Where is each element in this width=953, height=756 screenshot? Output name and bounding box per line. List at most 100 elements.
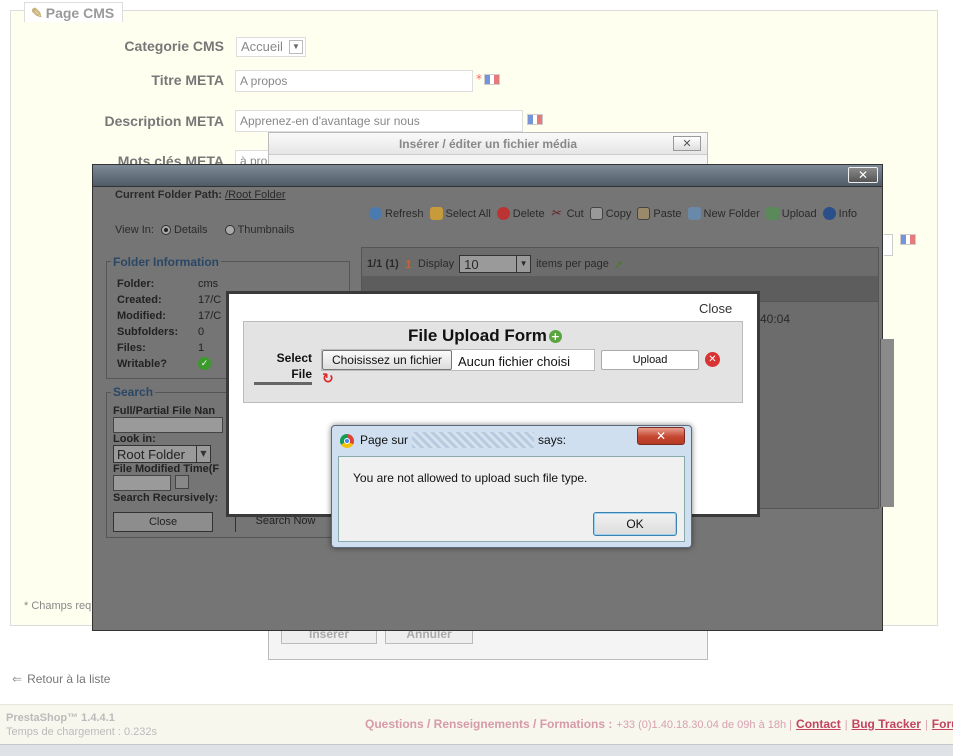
subfolders-value: 0 (198, 326, 205, 338)
remove-icon[interactable]: ✕ (705, 352, 720, 367)
required-star: * (476, 72, 482, 86)
flag-fr-icon[interactable] (484, 74, 500, 85)
per-page-label: items per page (536, 258, 609, 270)
upload-toolbar-button[interactable]: Upload (765, 207, 817, 220)
pager-page: 1/1 (1) (367, 258, 399, 270)
flag-fr-icon[interactable] (900, 234, 916, 245)
category-value: Accueil (241, 39, 283, 54)
flag-fr-icon[interactable] (527, 114, 543, 125)
footer-forum-link[interactable]: Forum (932, 717, 953, 731)
refresh-button[interactable]: Refresh (369, 207, 424, 220)
paste-icon (637, 207, 651, 220)
select-label-line1: Select (276, 351, 312, 365)
delete-label: Delete (512, 207, 545, 220)
per-page-select[interactable]: 10 ▼ (459, 255, 532, 273)
meta-description-input[interactable]: Apprenez-en d'avantage sur nous (235, 110, 523, 132)
new-folder-label: New Folder (703, 207, 760, 220)
chevron-down-icon: ▼ (516, 256, 530, 272)
alert-body: You are not allowed to upload such file … (338, 456, 685, 542)
redacted-host (412, 432, 535, 448)
delete-button[interactable]: Delete (496, 207, 545, 220)
chevron-down-icon: ▼ (196, 446, 210, 462)
search-header: Search (111, 385, 156, 399)
subfolders-label: Subfolders: (117, 326, 179, 338)
upload-button[interactable]: Upload (601, 350, 699, 370)
upload-form-heading: File Upload Form + (408, 326, 562, 346)
files-label: Files: (117, 342, 146, 354)
folder-info-values: cms 17/C 17/C 0 1 ✓ (198, 276, 221, 370)
media-dialog-close-button[interactable]: ✕ (673, 136, 701, 151)
choose-file-button[interactable]: Choisissez un fichier (322, 350, 452, 370)
alert-ok-button[interactable]: OK (593, 512, 677, 536)
info-label: Info (838, 207, 857, 220)
writable-check-icon: ✓ (198, 357, 211, 370)
file-upload-form: File Upload Form + Select File Choisisse… (243, 321, 743, 403)
look-in-select[interactable]: Root Folder ▼ (113, 445, 211, 463)
list-scrollbar[interactable] (880, 339, 894, 507)
required-note: * Champs requ (24, 600, 98, 612)
search-name-input[interactable] (113, 417, 223, 433)
radio-details[interactable] (160, 225, 171, 235)
path-value-link[interactable]: /Root Folder (225, 189, 286, 201)
upload-toolbar-label: Upload (781, 207, 817, 220)
footer-contact-link[interactable]: Contact (796, 717, 841, 731)
footer-separator: | (924, 719, 928, 731)
category-label: Categorie CMS (124, 38, 224, 54)
upload-dialog-close-link[interactable]: Close (699, 301, 732, 316)
meta-title-input[interactable]: A propos (235, 70, 473, 92)
search-close-button[interactable]: Close (113, 512, 213, 532)
recursive-label: Search Recursively: (113, 492, 219, 504)
view-details-label: Details (173, 224, 208, 236)
add-icon[interactable]: + (548, 329, 562, 343)
select-label-line2: File (291, 367, 312, 381)
footer-separator: | (844, 719, 848, 731)
modified-value: 17/C (198, 310, 222, 322)
alert-message: You are not allowed to upload such file … (353, 471, 588, 485)
list-time-cell: 40:04 (760, 312, 791, 326)
footer-phone: +33 (0)1.40.18.30.04 de 09h à 18h | (616, 719, 793, 731)
cut-button[interactable]: ✂ Cut (551, 207, 584, 220)
select-all-button[interactable]: Select All (429, 207, 491, 220)
writable-label: Writable? (117, 358, 167, 370)
new-folder-button[interactable]: New Folder (687, 207, 760, 220)
files-value: 1 (198, 342, 205, 354)
upload-form-title: File Upload Form (408, 326, 547, 345)
footer-load-time: Temps de chargement : 0.232s (6, 726, 158, 738)
back-to-list-link[interactable]: ⇐ Retour à la liste (12, 672, 110, 686)
copy-button[interactable]: Copy (589, 207, 632, 220)
no-file-text: Aucun fichier choisi (458, 354, 570, 369)
paste-label: Paste (653, 207, 682, 220)
footer-questions: Questions / Renseignements / Formations … (365, 717, 613, 731)
upload-icon (765, 207, 779, 220)
copy-icon (589, 207, 603, 220)
pager-last-icon[interactable]: ➚ (614, 258, 623, 271)
meta-title-label: Titre META (151, 72, 224, 88)
created-value: 17/C (198, 294, 222, 306)
alert-title-prefix: Page sur (360, 433, 409, 447)
category-select[interactable]: Accueil ▼ (236, 37, 306, 57)
per-page-value: 10 (464, 256, 479, 272)
view-thumbnails-label: Thumbnails (237, 224, 295, 236)
info-icon (822, 207, 836, 220)
pager-first-icon[interactable]: ↥ (404, 258, 413, 271)
select-all-icon (429, 207, 443, 220)
radio-thumbnails[interactable] (224, 225, 235, 235)
footer: PrestaShop™ 1.4.4.1 Temps de chargement … (0, 704, 953, 744)
modified-time-input[interactable] (113, 475, 171, 491)
footer-bugtracker-link[interactable]: Bug Tracker (852, 717, 921, 731)
alert-close-button[interactable]: ✕ (637, 427, 685, 445)
delete-icon (496, 207, 510, 220)
paste-button[interactable]: Paste (637, 207, 682, 220)
reset-icon[interactable]: ↻ (322, 372, 337, 387)
calendar-icon[interactable] (175, 475, 189, 489)
browser-bottom-bar (0, 744, 953, 756)
file-manager-titlebar: ✕ (93, 165, 882, 187)
footer-version: PrestaShop™ 1.4.4.1 (6, 712, 115, 724)
file-toolbar: Refresh Select All Delete ✂ Cut Copy Past… (369, 207, 857, 220)
file-manager-close-button[interactable]: ✕ (848, 167, 878, 183)
copy-label: Copy (605, 207, 632, 220)
folder-info-header: Folder Information (111, 255, 221, 269)
look-in-label: Look in: (113, 433, 156, 445)
info-button[interactable]: Info (822, 207, 857, 220)
scissors-icon: ✂ (550, 206, 561, 220)
